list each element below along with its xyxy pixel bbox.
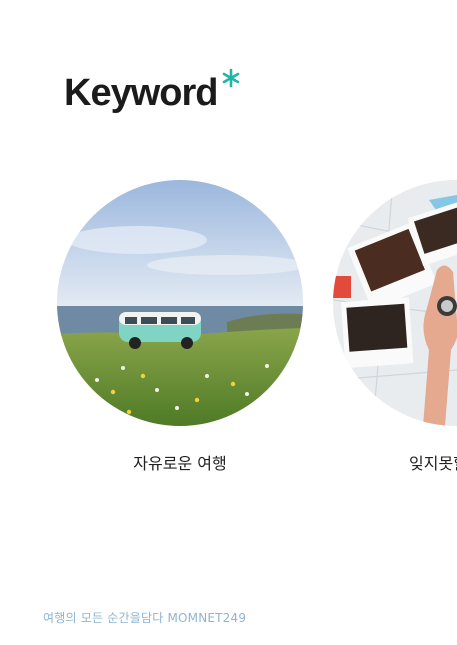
keyword-card-unforgettable[interactable]: 잊지못할	[333, 180, 457, 474]
footer-tagline: 여행의 모든 순간을담다 MOMNET249	[43, 611, 247, 625]
section-heading: Keyword	[64, 68, 241, 112]
card-caption: 자유로운 여행	[133, 454, 227, 473]
polaroid-map-photo[interactable]	[333, 180, 457, 426]
keyword-page: Keyword 자유로운 여행 잊지못 여행의 모든 순간을담다 MOMNET2…	[0, 0, 457, 645]
card-caption: 잊지못할	[409, 454, 457, 473]
asterisk-icon	[223, 68, 240, 88]
van-meadow-photo[interactable]	[57, 180, 303, 426]
section-title: Keyword	[64, 72, 218, 114]
keyword-card-free-travel[interactable]: 자유로운 여행	[57, 180, 303, 474]
